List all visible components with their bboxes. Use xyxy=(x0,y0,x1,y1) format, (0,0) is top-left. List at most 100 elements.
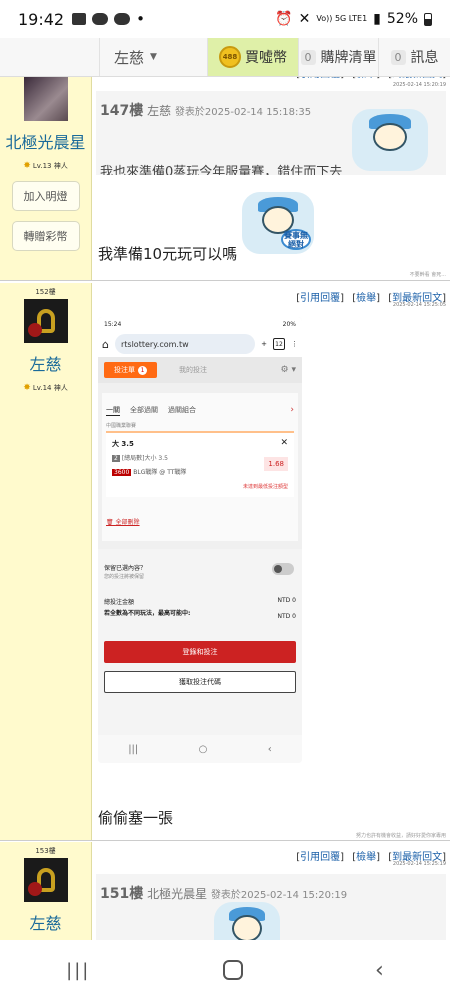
post-body: [引用回覆] [檢舉] [到最新回文] 2025-02-14 15:25:05 … xyxy=(92,283,450,840)
status-bar: 19:42 • ⏰ ✕ Vo)) 5G LTE1 ▮ 52% xyxy=(0,0,450,38)
shot-tab-count: 1 xyxy=(138,365,147,375)
author-level: ✸ Lv.14 神人 xyxy=(23,383,67,393)
quote-reply-link[interactable]: 引用回覆 xyxy=(300,77,340,80)
report-link[interactable]: 檢舉 xyxy=(356,293,376,304)
quote-header: 151樓 北極光晨星 發表於2025-02-14 15:20:19 xyxy=(100,883,347,903)
gift-coins-button[interactable]: 轉贈彩幣 xyxy=(11,221,80,251)
more-icon: ⋮ xyxy=(291,340,298,348)
quote-user: 北極光晨星 xyxy=(147,887,208,901)
post-text: 我準備10元玩可以嗎 xyxy=(98,245,238,263)
shot-keep-hint: 您的投注將被保留 xyxy=(104,574,145,580)
sticker-sign: 賽事無絕對 xyxy=(280,229,312,251)
buy-coins-button[interactable]: 488 買噓幣 xyxy=(208,38,298,76)
shot-warning: 未達到最低投注額型 xyxy=(242,484,288,490)
shot-status-bar: 15:24 20% xyxy=(98,317,302,331)
shot-max-value: NTD 0 xyxy=(277,613,297,620)
back-icon[interactable]: ‹ xyxy=(375,958,384,983)
close-icon: ✕ xyxy=(280,438,288,448)
avatar[interactable] xyxy=(23,299,68,343)
quote-floor: 151樓 xyxy=(100,886,144,902)
report-link[interactable]: 檢舉 xyxy=(356,77,376,80)
quote-floor: 147樓 xyxy=(100,103,144,119)
shot-tab-betslip-label: 投注單 xyxy=(114,366,135,374)
line-icon xyxy=(114,13,131,25)
chat-icon xyxy=(92,13,109,25)
messages-label: 訊息 xyxy=(410,50,439,66)
embedded-screenshot[interactable]: 15:24 20% ⌂ rtslottery.com.tw + 12 ⋮ 投注單… xyxy=(98,317,302,763)
quote-reply-link[interactable]: 引用回覆 xyxy=(300,293,340,304)
shot-odds: 1.68 xyxy=(264,457,288,471)
add-light-button[interactable]: 加入明燈 xyxy=(11,181,80,211)
network-indicator: Vo)) 5G LTE1 xyxy=(316,14,368,23)
floor-number: 153樓 xyxy=(35,847,56,855)
messages-button[interactable]: 0 訊息 xyxy=(378,38,450,76)
author-name[interactable]: 左慈 xyxy=(29,910,61,934)
shot-tab-bar: 投注單 1 我的投注 ⚙ ▾ xyxy=(98,357,302,383)
post-author-panel: 北極光晨星 ✸ Lv.13 神人 加入明燈 轉贈彩幣 xyxy=(0,77,92,280)
plus-icon: + xyxy=(261,340,267,348)
recents-icon: ||| xyxy=(128,743,139,755)
quote-user: 左慈 xyxy=(147,104,172,118)
quote-time: 發表於2025-02-14 15:20:19 xyxy=(210,890,348,901)
post-text: 偷偷塞一張 xyxy=(98,809,174,827)
home-icon: ○ xyxy=(198,743,208,755)
system-nav-bar: ||| ‹ xyxy=(0,940,450,1000)
shot-keep-toggle xyxy=(272,563,294,575)
shot-ptab-all: 全部過關 xyxy=(130,406,158,414)
quote-header: 147樓 左慈 發表於2025-02-14 15:18:35 xyxy=(100,100,311,120)
post-prev: 北極光晨星 ✸ Lv.13 神人 加入明燈 轉贈彩幣 [引用回覆] [檢舉] [… xyxy=(0,77,450,281)
level-icon: ✸ xyxy=(23,161,31,171)
shot-bet-card: 大 3.5 ✕ 2 [總局數]大小 3.5 3600 BLG戰隊 @ TT戰隊 1.… xyxy=(106,431,294,497)
quote-time: 發表於2025-02-14 15:18:35 xyxy=(174,107,312,118)
report-link[interactable]: 檢舉 xyxy=(356,852,376,863)
tabs-icon: 12 xyxy=(273,338,285,350)
cart-count: 0 xyxy=(300,49,316,65)
gear-icon: ⚙ ▾ xyxy=(280,365,296,375)
sticker-image xyxy=(214,902,280,940)
author-name[interactable]: 左慈 xyxy=(29,351,61,375)
shot-ptab-combo: 過關組合 xyxy=(168,406,196,414)
post-body: [引用回覆] [檢舉] [到最新回文] 2025-02-14 15:20:19 … xyxy=(92,77,450,280)
battery-icon xyxy=(424,12,432,26)
quote-block: 147樓 左慈 發表於2025-02-14 15:18:35 我也來準備0蒸玩今… xyxy=(96,91,446,175)
user-menu[interactable]: 左慈 ▼ xyxy=(100,38,208,76)
shot-summary: 保留已選內容？ 您的投注將被保留 總投注金額 NTD 0 若全數為不同玩法，最高… xyxy=(98,549,302,735)
user-name: 左慈 xyxy=(114,48,145,67)
coin-icon: 488 xyxy=(219,46,241,68)
quote-reply-link[interactable]: 引用回覆 xyxy=(300,852,340,863)
sticker-image: 賽事無絕對 xyxy=(242,192,314,254)
status-time: 19:42 xyxy=(18,9,65,29)
shot-total-label: 總投注金額 xyxy=(104,599,135,606)
nav-spacer xyxy=(0,38,100,76)
author-name[interactable]: 北極光晨星 xyxy=(5,129,85,153)
avatar[interactable] xyxy=(23,77,68,121)
chevron-right-icon: › xyxy=(290,405,294,415)
post-body: [引用回覆] [檢舉] [到最新回文] 2025-02-14 15:25:19 … xyxy=(92,842,450,940)
latest-reply-link[interactable]: 到最新回文 xyxy=(392,77,442,80)
level-text: Lv.14 神人 xyxy=(32,384,68,392)
shot-max-label: 若全數為不同玩法，最高可能中: xyxy=(104,610,191,617)
home-icon[interactable] xyxy=(222,960,243,980)
cart-label: 購牌清單 xyxy=(320,50,377,66)
shot-tab-betslip: 投注單 1 xyxy=(104,362,157,378)
shot-bet-detail: 2 [總局數]大小 3.5 xyxy=(112,455,168,462)
back-icon: ‹ xyxy=(267,743,272,755)
avatar[interactable] xyxy=(23,858,68,902)
top-nav: 左慈 ▼ 488 買噓幣 0 購牌清單 0 訊息 xyxy=(0,38,450,77)
post-footnote: 努力也許有機會收益，請好好愛你家專用 xyxy=(355,833,446,839)
post-actions: [引用回覆] [檢舉] [到最新回文] xyxy=(296,77,446,80)
msg-count: 0 xyxy=(390,49,406,65)
post-author-panel: 153樓 左慈 xyxy=(0,842,92,940)
shot-time: 15:24 xyxy=(104,320,122,328)
signal-icon: ▮ xyxy=(373,11,381,27)
cart-button[interactable]: 0 購牌清單 xyxy=(298,38,378,76)
buy-coins-label: 買噓幣 xyxy=(245,50,287,66)
shot-panel-tabs: 一關 全部過關 過關組合 › xyxy=(102,393,298,420)
shot-ptab-single: 一關 xyxy=(106,406,120,416)
recents-icon[interactable]: ||| xyxy=(66,960,90,981)
shot-bet-code-button: 獲取投注代碼 xyxy=(104,671,296,693)
shot-url: rtslottery.com.tw xyxy=(114,334,256,354)
level-icon: ✸ xyxy=(23,383,31,393)
shot-delete-all: 🗑 全部刪除 xyxy=(106,519,140,526)
home-icon: ⌂ xyxy=(102,337,109,351)
